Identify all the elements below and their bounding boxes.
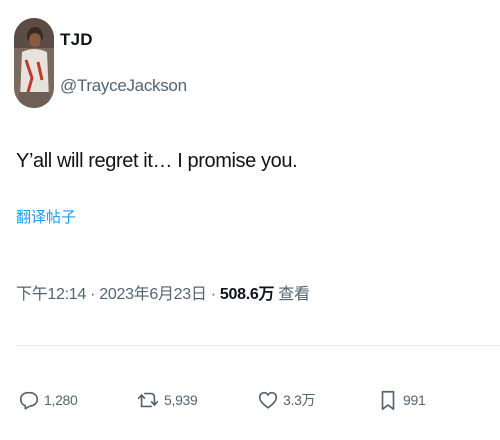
tweet-metadata: 下午12:14 · 2023年6月23日 · 508.6万 查看 [16, 280, 310, 304]
tweet-card: TJD @TrayceJackson Y’all will regret it…… [0, 0, 500, 440]
like-button[interactable]: 3.3万 [257, 380, 316, 420]
avatar-image [14, 18, 54, 108]
divider [16, 345, 500, 346]
views-label: 查看 [274, 286, 310, 303]
views-count: 508.6万 [219, 286, 275, 303]
meta-separator: · [206, 286, 220, 303]
reply-button[interactable]: 1,280 [18, 380, 78, 420]
bookmark-button[interactable]: 991 [377, 380, 426, 420]
translate-post-link[interactable]: 翻译帖子 [16, 206, 76, 227]
tweet-text: Y’all will regret it… I promise you. [16, 150, 298, 172]
like-count: 3.3万 [283, 392, 316, 408]
retweet-icon [137, 392, 159, 408]
tweet-date[interactable]: 2023年6月23日 [99, 286, 207, 303]
retweet-button[interactable]: 5,939 [136, 380, 198, 420]
meta-separator: · [85, 286, 100, 303]
heart-icon [258, 391, 278, 409]
user-handle[interactable]: @TrayceJackson [60, 76, 187, 96]
retweet-count: 5,939 [164, 392, 198, 408]
bookmark-count: 991 [403, 392, 426, 408]
avatar[interactable] [14, 18, 54, 108]
action-bar: 1,280 5,939 3.3万 991 [0, 380, 500, 420]
reply-count: 1,280 [44, 392, 78, 408]
bookmark-icon [381, 390, 395, 410]
tweet-time[interactable]: 下午12:14 [16, 286, 86, 303]
display-name[interactable]: TJD [60, 30, 93, 50]
reply-icon [19, 391, 39, 410]
